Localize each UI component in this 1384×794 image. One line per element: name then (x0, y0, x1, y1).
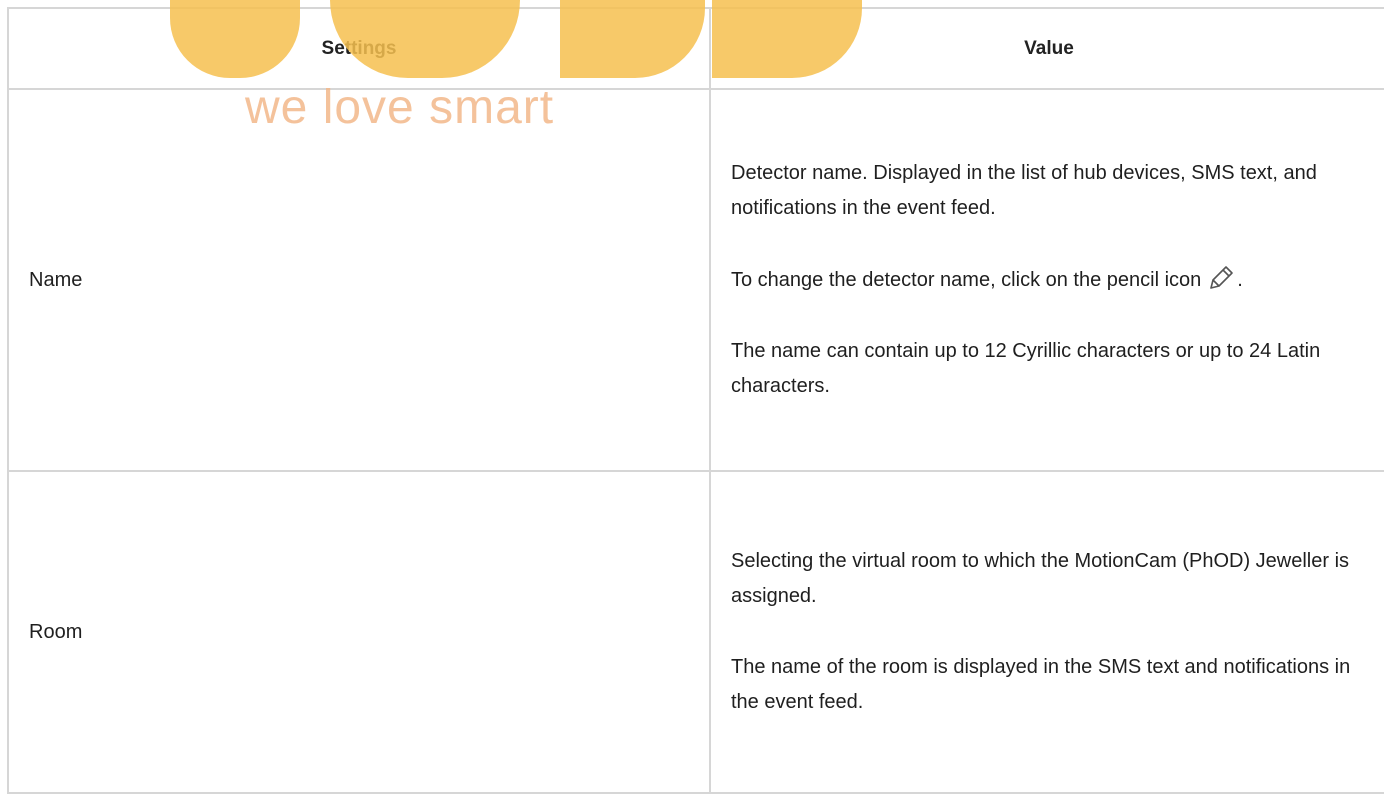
name-change-text: To change the detector name, click on th… (731, 269, 1202, 291)
room-description: Selecting the virtual room to which the … (731, 550, 1350, 607)
name-length-limit: The name can contain up to 12 Cyrillic c… (731, 340, 1321, 397)
header-settings: Settings (7, 7, 711, 90)
table-row-name: Name Detector name. Displayed in the lis… (7, 88, 1384, 472)
setting-cell-room: Room (7, 470, 711, 794)
name-description: Detector name. Displayed in the list of … (731, 162, 1317, 219)
settings-table: Settings Value Name Detector name. Displ… (7, 7, 1384, 794)
value-cell-room: Selecting the virtual room to which the … (709, 470, 1384, 794)
table-row-room: Room Selecting the virtual room to which… (7, 470, 1384, 794)
pencil-icon (1207, 262, 1237, 292)
header-value: Value (709, 7, 1384, 90)
setting-cell-name: Name (7, 88, 711, 472)
table-header-row: Settings Value (7, 7, 1384, 90)
name-change-instruction: To change the detector name, click on th… (731, 262, 1367, 298)
value-cell-name: Detector name. Displayed in the list of … (709, 88, 1384, 472)
pencil-suffix: . (1237, 269, 1243, 291)
room-display-note: The name of the room is displayed in the… (731, 656, 1351, 713)
